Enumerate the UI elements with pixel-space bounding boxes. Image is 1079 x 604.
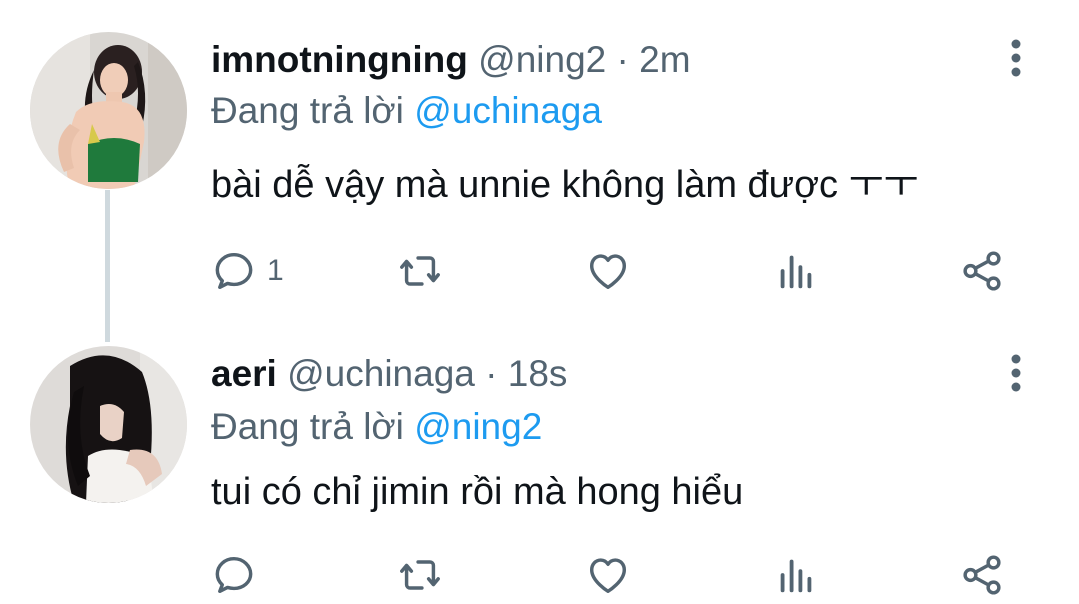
- views-button[interactable]: [773, 550, 819, 600]
- share-icon: [963, 251, 1001, 291]
- heart-icon: [589, 254, 627, 290]
- more-vertical-icon[interactable]: [1004, 353, 1028, 393]
- user-handle[interactable]: @ning2: [478, 39, 606, 80]
- retweet-icon: [400, 560, 440, 590]
- replying-to: Đang trả lời @ning2: [211, 405, 542, 449]
- avatar[interactable]: [30, 346, 187, 503]
- heart-icon: [589, 558, 627, 594]
- like-button[interactable]: [585, 550, 631, 600]
- replying-to-label: Đang trả lời: [211, 406, 404, 447]
- separator-dot: ·: [485, 353, 498, 394]
- share-icon: [963, 555, 1001, 595]
- retweet-button[interactable]: [397, 246, 443, 296]
- tweet-text: bài dễ vậy mà unnie không làm được ㅜㅜ: [211, 164, 919, 206]
- mention-link[interactable]: @ning2: [414, 406, 542, 447]
- action-bar: [211, 550, 1031, 600]
- tweet-header: imnotningning @ning2 · 2m: [211, 38, 691, 82]
- reply-button[interactable]: 1: [211, 246, 284, 296]
- reply-icon: [215, 556, 253, 594]
- user-handle[interactable]: @uchinaga: [287, 353, 475, 394]
- tweet-2[interactable]: aeri @uchinaga · 18s Đang trả lời @ning2…: [0, 320, 1079, 604]
- reply-icon: [215, 252, 253, 290]
- display-name[interactable]: imnotningning: [211, 39, 468, 80]
- share-button[interactable]: [959, 550, 1005, 600]
- display-name[interactable]: aeri: [211, 353, 277, 394]
- views-icon: [780, 255, 812, 289]
- views-button[interactable]: [773, 246, 819, 296]
- replying-to-label: Đang trả lời: [211, 90, 404, 131]
- retweet-button[interactable]: [397, 550, 443, 600]
- timestamp[interactable]: 18s: [508, 353, 568, 394]
- retweet-icon: [400, 256, 440, 286]
- share-button[interactable]: [959, 246, 1005, 296]
- tweet-text: tui có chỉ jimin rồi mà hong hiểu: [211, 471, 744, 513]
- reply-count: 1: [267, 254, 284, 287]
- reply-button[interactable]: [211, 550, 267, 600]
- views-icon: [780, 559, 812, 593]
- tweet-header: aeri @uchinaga · 18s: [211, 352, 567, 396]
- tweet-1[interactable]: imnotningning @ning2 · 2m Đang trả lời @…: [0, 0, 1079, 320]
- action-bar: 1: [211, 246, 1031, 296]
- separator-dot: ·: [616, 39, 629, 80]
- more-vertical-icon[interactable]: [1004, 38, 1028, 78]
- timestamp[interactable]: 2m: [639, 39, 690, 80]
- like-button[interactable]: [585, 246, 631, 296]
- mention-link[interactable]: @uchinaga: [414, 90, 602, 131]
- avatar[interactable]: [30, 32, 187, 189]
- replying-to: Đang trả lời @uchinaga: [211, 89, 602, 133]
